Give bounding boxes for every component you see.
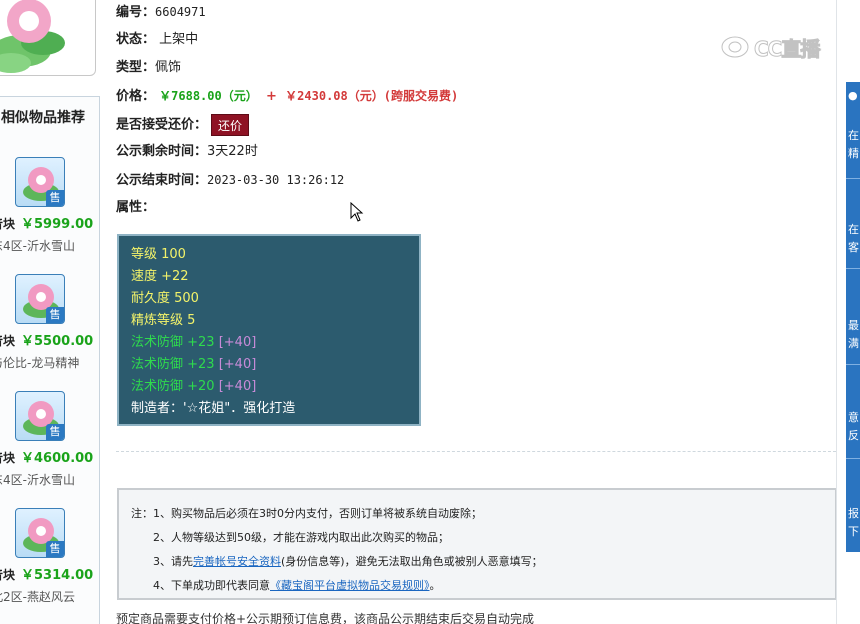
similar-item-name: 音块 <box>0 334 16 348</box>
similar-item-name: 音块 <box>0 568 16 582</box>
similar-item[interactable]: 售 音块 ￥5500.00 与伦比-龙马精神 <box>0 274 101 386</box>
note-line: 2、人物等级达到50级，才能在游戏内取出此次购买的物品； <box>153 531 449 544</box>
right-bar-divider <box>846 458 860 459</box>
similar-item-image[interactable]: 售 <box>15 274 65 324</box>
end-time-label: 公示结束时间： <box>116 173 208 188</box>
remain-row: 公示剩余时间：3天22时 <box>116 142 258 162</box>
attr-line: 法术防御 +23 [+40] <box>131 357 257 372</box>
attr-line: 精炼等级 5 <box>131 313 196 328</box>
right-bar-text[interactable]: 报 <box>848 506 860 521</box>
similar-item[interactable]: 售 音块 ￥4600.00 东4区-沂水雪山 <box>0 391 101 503</box>
divider <box>116 451 836 452</box>
right-bar-text[interactable]: 在 <box>848 222 860 237</box>
similar-item-server: 东4区-沂水雪山 <box>0 239 75 253</box>
attr-line: 法术防御 +23 [+40] <box>131 335 257 350</box>
right-bar-text[interactable]: 下 <box>848 524 860 539</box>
similar-item-price: ￥5999.00 <box>21 217 94 232</box>
status-row: 状态： 上架中 <box>116 30 198 50</box>
note-line: 注：1、购买物品后必须在3时0分内支付，否则订单将被系统自动废除； <box>131 507 482 520</box>
similar-item-price: ￥5314.00 <box>21 568 94 583</box>
sale-tag: 售 <box>46 424 64 440</box>
type-label: 类型： <box>116 60 156 75</box>
price-label: 价格： <box>116 89 156 104</box>
right-float-bar[interactable]: ● 在 精 在 客 最 满 意 反 报 下 <box>846 82 860 552</box>
remain-value: 3天22时 <box>207 144 258 159</box>
attr-row: 属性： <box>116 198 155 218</box>
similar-items-title: 相似物品推荐 <box>1 110 85 126</box>
attr-line: 等级 100 <box>131 247 186 262</box>
item-id-label: 编号： <box>116 5 156 20</box>
right-bar-divider <box>846 268 860 269</box>
content-border <box>836 0 837 624</box>
status-value: 上架中 <box>159 32 199 47</box>
sale-tag: 售 <box>46 307 64 323</box>
watermark-text: CC直播 <box>753 36 820 61</box>
similar-item[interactable]: 售 音块 ￥5314.00 北2区-燕赵风云 <box>0 508 101 620</box>
note-line: 4、下单成功即代表同意《藏宝阁平台虚拟物品交易规则》。 <box>153 579 441 592</box>
similar-item-name: 音块 <box>0 217 16 231</box>
account-security-link[interactable]: 完善帐号安全资料 <box>193 555 281 568</box>
right-bar-divider <box>846 178 860 179</box>
remain-label: 公示剩余时间： <box>116 144 208 159</box>
item-main-image[interactable] <box>0 0 96 76</box>
similar-item-price: ￥4600.00 <box>21 451 94 466</box>
attr-line: 法术防御 +20 [+40] <box>131 379 257 394</box>
haggle-label: 是否接受还价： <box>116 117 208 133</box>
price-main: ￥7688.00（元） <box>159 89 258 103</box>
right-bar-text[interactable]: 在 <box>848 128 860 143</box>
right-bar-text[interactable]: 最 <box>848 318 860 333</box>
price-fee: ￥2430.08（元）(跨服交易费) <box>285 89 459 103</box>
right-bar-text[interactable]: 满 <box>848 336 860 351</box>
item-id-value: 6604971 <box>155 5 206 19</box>
similar-item-name: 音块 <box>0 451 16 465</box>
similar-item-image[interactable]: 售 <box>15 157 65 207</box>
attr-label: 属性： <box>116 200 156 215</box>
right-bar-text[interactable]: 精 <box>848 146 860 161</box>
haggle-button[interactable]: 还价 <box>211 114 250 136</box>
jade-pendant-icon <box>0 0 65 73</box>
similar-item-image[interactable]: 售 <box>15 508 65 558</box>
attr-line: 耐久度 500 <box>131 291 199 306</box>
right-bar-icon[interactable]: ● <box>848 88 860 103</box>
notes-box: 注：1、购买物品后必须在3时0分内支付，否则订单将被系统自动废除； 2、人物等级… <box>117 488 837 600</box>
attribute-box: 等级 100 速度 +22 耐久度 500 精炼等级 5 法术防御 +23 [+… <box>117 234 421 426</box>
similar-item-price: ￥5500.00 <box>21 334 94 349</box>
price-plus: + <box>266 89 277 104</box>
type-row: 类型：佩饰 <box>116 58 181 78</box>
note-line: 3、请先完善帐号安全资料(身份信息等)，避免无法取出角色或被别人恶意填写； <box>153 555 543 568</box>
footer-note: 预定商品需要支付价格+公示期预订信息费，该商品公示期结束后交易自动完成 <box>116 612 535 624</box>
right-bar-text[interactable]: 反 <box>848 428 860 443</box>
right-bar-text[interactable]: 客 <box>848 240 860 255</box>
cc-logo-icon <box>720 35 750 59</box>
watermark: CC直播 <box>720 32 821 62</box>
price-row: 价格： ￥7688.00（元） + ￥2430.08（元）(跨服交易费) <box>116 86 458 106</box>
type-value: 佩饰 <box>155 60 182 75</box>
similar-item-image[interactable]: 售 <box>15 391 65 441</box>
status-label: 状态： <box>116 32 156 47</box>
sale-tag: 售 <box>46 190 64 206</box>
similar-item[interactable]: 售 音块 ￥5999.00 东4区-沂水雪山 <box>0 157 101 269</box>
haggle-row: 是否接受还价： 还价 <box>116 114 250 136</box>
item-id-row: 编号：6604971 <box>116 2 206 22</box>
similar-items-panel: 相似物品推荐 售 音块 ￥5999.00 东4区-沂水雪山 售 <box>0 96 100 624</box>
trade-rules-link[interactable]: 《藏宝阁平台虚拟物品交易规则》 <box>270 579 430 592</box>
end-time-value: 2023-03-30 13:26:12 <box>207 173 345 187</box>
mouse-cursor-icon <box>350 202 364 222</box>
end-time-row: 公示结束时间：2023-03-30 13:26:12 <box>116 170 344 190</box>
sale-tag: 售 <box>46 541 64 557</box>
left-column: 相似物品推荐 售 音块 ￥5999.00 东4区-沂水雪山 售 <box>0 0 100 624</box>
attr-line: 制造者：'☆花姐"．强化打造 <box>131 401 296 416</box>
similar-item-server: 与伦比-龙马精神 <box>0 356 80 370</box>
similar-item-server: 北2区-燕赵风云 <box>0 590 75 604</box>
similar-item-server: 东4区-沂水雪山 <box>0 473 75 487</box>
attr-line: 速度 +22 <box>131 269 189 284</box>
right-bar-text[interactable]: 意 <box>848 410 860 425</box>
right-bar-divider <box>846 364 860 365</box>
